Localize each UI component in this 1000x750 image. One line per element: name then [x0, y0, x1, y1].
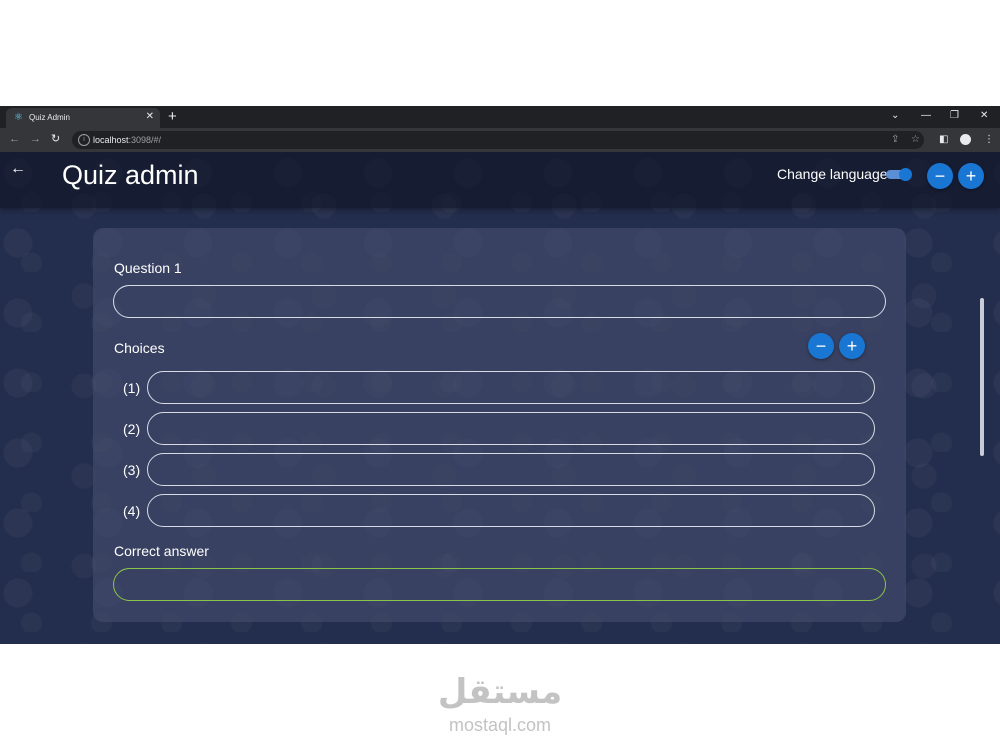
- forward-icon[interactable]: →: [30, 132, 41, 146]
- site-info-icon[interactable]: i: [78, 134, 90, 146]
- language-toggle[interactable]: [886, 168, 912, 181]
- address-bar[interactable]: i localhost:3098/#/ ⇪ ☆: [72, 131, 924, 149]
- menu-kebab-icon[interactable]: ⋮: [984, 133, 994, 147]
- add-question-button[interactable]: +: [958, 163, 984, 189]
- remove-question-button[interactable]: −: [927, 163, 953, 189]
- watermark-logo-latin: mostaql.com: [448, 715, 552, 735]
- browser-window: ⚛ Quiz Admin ✕ + ⌄ — ❐ ✕ ← → ↻ i localho…: [0, 106, 1000, 644]
- tab-search-icon[interactable]: ⌄: [891, 109, 899, 123]
- remove-choice-button[interactable]: −: [808, 333, 834, 359]
- page-title: Quiz admin: [62, 160, 199, 190]
- choice-input-3[interactable]: [147, 453, 875, 486]
- browser-tab[interactable]: ⚛ Quiz Admin ✕: [6, 108, 160, 128]
- choice-number: (4): [123, 503, 141, 519]
- choice-input-4[interactable]: [147, 494, 875, 527]
- correct-answer-label: Correct answer: [114, 543, 209, 559]
- new-tab-button[interactable]: +: [168, 108, 177, 126]
- choice-number: (3): [123, 462, 141, 478]
- toggle-thumb: [899, 168, 912, 181]
- watermark-logo-arabic: مستقل: [437, 673, 563, 711]
- restore-button[interactable]: ❐: [950, 109, 959, 123]
- choice-input-1[interactable]: [147, 371, 875, 404]
- tab-strip: ⚛ Quiz Admin ✕ + ⌄ — ❐ ✕: [0, 106, 1000, 128]
- close-window-button[interactable]: ✕: [980, 109, 988, 123]
- back-icon[interactable]: ←: [9, 132, 20, 146]
- page-scrollbar[interactable]: [980, 298, 984, 456]
- page-viewport: ← Quiz admin Change language − + Questio…: [0, 152, 1000, 644]
- change-language-label: Change language: [777, 166, 888, 182]
- minimize-button[interactable]: —: [921, 109, 931, 123]
- choice-number: (2): [123, 421, 141, 437]
- tab-close-icon[interactable]: ✕: [146, 111, 154, 123]
- app-bar: ← Quiz admin Change language − +: [0, 152, 1000, 208]
- react-favicon-icon: ⚛: [14, 112, 23, 123]
- correct-answer-input[interactable]: [113, 568, 886, 601]
- reload-icon[interactable]: ↻: [51, 132, 60, 146]
- profile-avatar-icon[interactable]: [960, 134, 971, 145]
- tab-title: Quiz Admin: [29, 113, 70, 122]
- side-panel-icon[interactable]: ◧: [939, 133, 948, 147]
- choices-label: Choices: [114, 340, 165, 356]
- share-icon[interactable]: ⇪: [891, 134, 899, 146]
- question-input[interactable]: [113, 285, 886, 318]
- browser-toolbar: ← → ↻ i localhost:3098/#/ ⇪ ☆ ◧ ⋮: [0, 128, 1000, 152]
- bookmark-star-icon[interactable]: ☆: [911, 134, 920, 146]
- url-text: localhost:3098/#/: [93, 135, 162, 145]
- back-arrow-icon[interactable]: ←: [10, 160, 26, 178]
- add-choice-button[interactable]: +: [839, 333, 865, 359]
- choice-number: (1): [123, 380, 141, 396]
- question-label: Question 1: [114, 260, 182, 276]
- question-card: Question 1 Choices − + (1) (2) (3) (4) C…: [93, 228, 906, 622]
- choice-input-2[interactable]: [147, 412, 875, 445]
